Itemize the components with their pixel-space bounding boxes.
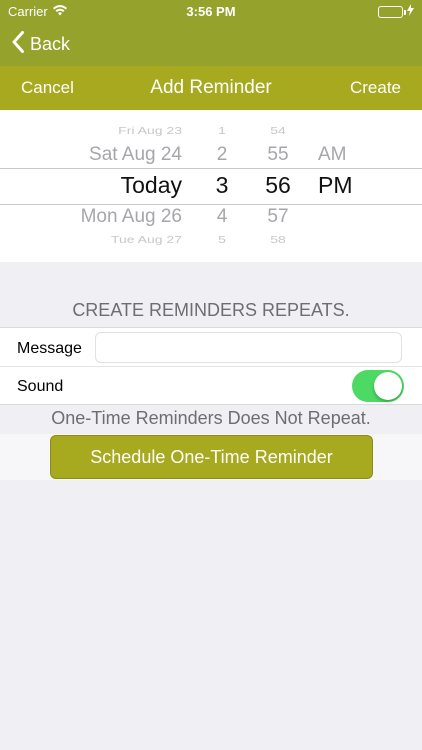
navigation-bar: Carrier 3:56 PM Back [0,0,422,66]
picker-minute-item[interactable]: 57 [256,206,300,228]
picker-minute-item[interactable]: 55 [256,144,300,166]
status-time: 3:56 PM [186,4,236,19]
back-button[interactable]: Back [12,30,70,58]
picker-minute-selected[interactable]: 56 [256,172,300,199]
create-button[interactable]: Create [350,78,401,98]
status-bar: Carrier 3:56 PM [0,0,422,22]
back-label: Back [30,33,71,54]
picker-minute-column[interactable]: 54 55 56 57 58 [256,110,300,262]
picker-day-selected[interactable]: Today [121,172,182,199]
picker-hour-item[interactable]: 2 [200,144,244,166]
picker-hour-selected[interactable]: 3 [200,172,244,199]
picker-day-item[interactable]: Tue Aug 27 [111,233,182,245]
row-divider [0,366,422,367]
charging-bolt-icon [407,4,414,19]
message-label: Message [17,340,82,357]
picker-day-item[interactable]: Fri Aug 23 [118,124,182,136]
picker-ampm-selected[interactable]: PM [318,172,353,199]
picker-hour-column[interactable]: 1 2 3 4 5 [200,110,244,262]
date-time-picker[interactable]: Fri Aug 23 Sat Aug 24 Today Mon Aug 26 T… [0,110,422,262]
sound-toggle[interactable] [352,370,404,402]
picker-hour-item[interactable]: 4 [200,206,244,228]
chevron-left-icon [12,30,24,58]
info-text: One-Time Reminders Does Not Repeat. [51,408,371,428]
sub-header: Cancel Add Reminder Create [0,66,422,110]
section-header: CREATE REMINDERS REPEATS. [72,300,350,320]
picker-day-item[interactable]: Sat Aug 24 [89,144,182,166]
toggle-knob [374,372,402,400]
message-input[interactable] [95,332,402,363]
picker-ampm-column[interactable]: AM PM [312,110,362,262]
button-area: Schedule One-Time Reminder [0,434,422,480]
picker-day-column[interactable]: Fri Aug 23 Sat Aug 24 Today Mon Aug 26 T… [0,110,190,262]
picker-minute-item[interactable]: 58 [256,233,300,245]
sound-label: Sound [17,378,64,395]
picker-hour-item[interactable]: 5 [200,233,244,245]
schedule-one-time-reminder-button[interactable]: Schedule One-Time Reminder [50,435,373,479]
status-indicators [378,4,414,19]
battery-icon [378,5,406,18]
picker-hour-item[interactable]: 1 [200,124,244,136]
reminder-form: Message Sound [0,327,422,405]
picker-ampm-item[interactable]: AM [318,144,347,166]
picker-minute-item[interactable]: 54 [256,124,300,136]
picker-day-item[interactable]: Mon Aug 26 [81,206,182,228]
